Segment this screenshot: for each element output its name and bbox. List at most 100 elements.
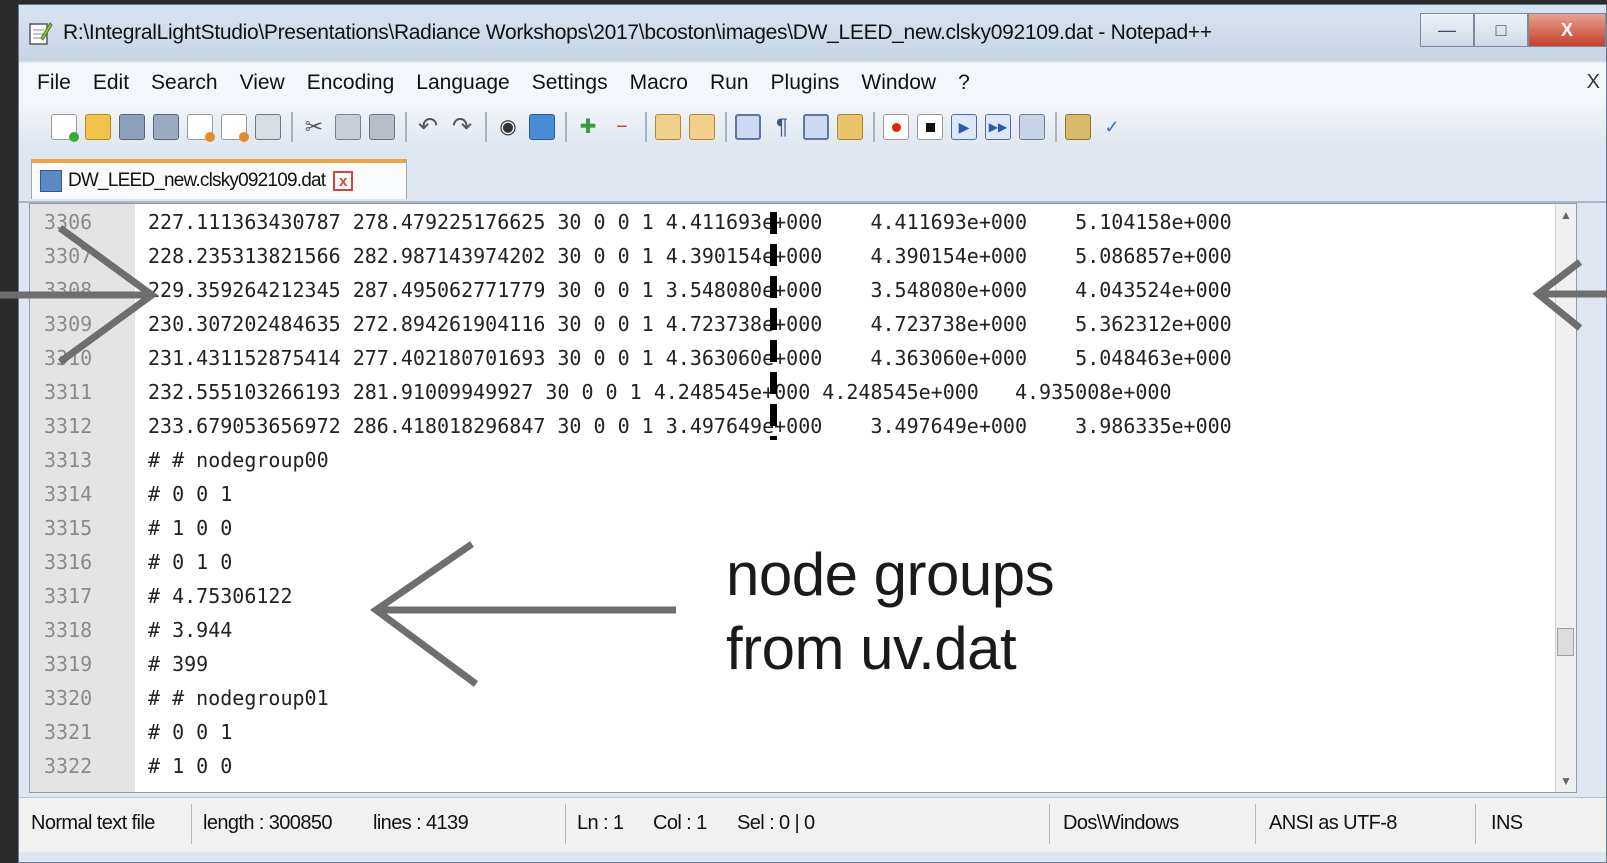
status-separator bbox=[1475, 804, 1476, 844]
save-all-icon[interactable] bbox=[153, 114, 179, 140]
code-line: # 0 1 0 bbox=[148, 550, 233, 574]
replace-icon[interactable] bbox=[529, 114, 555, 140]
code-line: 233.679053656972 286.418018296847 30 0 0… bbox=[148, 414, 1232, 438]
paste-icon[interactable] bbox=[369, 114, 395, 140]
annotation-line-2: from uv.dat bbox=[726, 615, 1017, 682]
menu-view[interactable]: View bbox=[240, 71, 285, 95]
close-icon[interactable] bbox=[187, 114, 215, 142]
spell-check-icon[interactable]: ✓ bbox=[1099, 114, 1125, 140]
status-separator bbox=[565, 804, 566, 844]
node-group-annotation-arrow-icon bbox=[369, 541, 676, 687]
menu-settings[interactable]: Settings bbox=[532, 71, 608, 95]
redo-icon[interactable]: ↷ bbox=[449, 114, 475, 140]
line-number: 3314 bbox=[44, 482, 93, 506]
code-line: # 1 0 0 bbox=[148, 754, 233, 778]
code-line: # 0 0 1 bbox=[148, 720, 233, 744]
notepad-app-icon bbox=[29, 22, 53, 45]
code-line: 230.307202484635 272.894261904116 30 0 0… bbox=[148, 312, 1232, 336]
status-file-type: Normal text file bbox=[31, 812, 155, 834]
saved-file-icon bbox=[40, 170, 62, 192]
zoom-in-icon[interactable]: ✚ bbox=[575, 114, 601, 140]
toolbar-separator bbox=[405, 112, 407, 142]
close-all-icon[interactable] bbox=[221, 114, 249, 142]
close-window-button[interactable]: X bbox=[1528, 13, 1606, 47]
menu-help[interactable]: ? bbox=[958, 71, 970, 95]
menu-macro[interactable]: Macro bbox=[630, 71, 688, 95]
menu-edit[interactable]: Edit bbox=[93, 71, 129, 95]
scrollbar-thumb[interactable] bbox=[1557, 628, 1574, 656]
left-pointing-annotation-arrow-icon bbox=[0, 225, 158, 365]
right-edge-annotation-arrow-icon bbox=[1532, 259, 1607, 331]
window-controls: — □ X bbox=[1420, 13, 1606, 47]
code-line: # 399 bbox=[148, 652, 209, 676]
toolbar-separator bbox=[291, 112, 293, 142]
scroll-up-arrow-icon[interactable]: ▲ bbox=[1560, 208, 1572, 222]
column-divider-dashed-line bbox=[770, 212, 777, 440]
line-number: 3321 bbox=[44, 720, 93, 744]
annotation-line-1: node groups bbox=[726, 541, 1055, 608]
code-line: 231.431152875414 277.402180701693 30 0 0… bbox=[148, 346, 1232, 370]
status-lines: lines : 4139 bbox=[373, 812, 469, 834]
document-tab-bar: DW_LEED_new.clsky092109.dat x bbox=[19, 155, 1606, 203]
code-line: # 0 0 1 bbox=[148, 482, 233, 506]
menu-encoding[interactable]: Encoding bbox=[307, 71, 395, 95]
cut-icon[interactable]: ✂ bbox=[301, 114, 327, 140]
line-number: 3315 bbox=[44, 516, 93, 540]
print-icon[interactable] bbox=[255, 114, 281, 140]
line-number: 3311 bbox=[44, 380, 93, 404]
zoom-out-icon[interactable]: − bbox=[609, 114, 635, 140]
toolbar-separator bbox=[873, 112, 875, 142]
code-line: # 1 0 0 bbox=[148, 516, 233, 540]
word-wrap-icon[interactable] bbox=[735, 114, 761, 140]
menu-run[interactable]: Run bbox=[710, 71, 749, 95]
find-icon[interactable]: ◉ bbox=[495, 114, 521, 140]
doc-map-icon[interactable] bbox=[837, 114, 863, 140]
title-bar[interactable]: R:\IntegralLightStudio\Presentations\Rad… bbox=[19, 5, 1606, 61]
new-file-icon[interactable] bbox=[51, 114, 79, 142]
window-title: R:\IntegralLightStudio\Presentations\Rad… bbox=[63, 21, 1212, 44]
status-column: Col : 1 bbox=[653, 812, 707, 834]
indent-guide-icon[interactable] bbox=[803, 114, 829, 140]
annotation-caption: node groups from uv.dat bbox=[726, 538, 1055, 686]
menu-file[interactable]: File bbox=[37, 71, 71, 95]
toolbar-separator bbox=[725, 112, 727, 142]
run-macro-multiple-icon[interactable]: ▶▶ bbox=[985, 114, 1011, 140]
editor-area[interactable]: 3306 3307 3308 3309 3310 3311 3312 3313 … bbox=[29, 203, 1577, 793]
document-tab[interactable]: DW_LEED_new.clsky092109.dat x bbox=[31, 159, 407, 199]
play-macro-icon[interactable]: ▶ bbox=[951, 114, 977, 140]
undo-icon[interactable]: ↶ bbox=[415, 114, 441, 140]
tab-close-icon[interactable]: x bbox=[333, 171, 354, 191]
tab-label: DW_LEED_new.clsky092109.dat bbox=[68, 170, 326, 191]
show-all-chars-icon[interactable]: ¶ bbox=[769, 114, 795, 140]
toolbar-separator bbox=[1055, 112, 1057, 142]
code-line: 227.111363430787 278.479225176625 30 0 0… bbox=[148, 210, 1232, 234]
stop-macro-icon[interactable] bbox=[917, 114, 943, 140]
save-icon[interactable] bbox=[119, 114, 145, 140]
status-bar: Normal text file length : 300850 lines :… bbox=[19, 797, 1606, 852]
status-encoding[interactable]: ANSI as UTF-8 bbox=[1269, 812, 1397, 835]
close-document-x[interactable]: X bbox=[1587, 71, 1600, 94]
status-separator bbox=[1049, 804, 1050, 844]
line-number: 3318 bbox=[44, 618, 93, 642]
toolbar-separator bbox=[645, 112, 647, 142]
minimize-button[interactable]: — bbox=[1420, 13, 1474, 47]
menu-plugins[interactable]: Plugins bbox=[771, 71, 840, 95]
status-selection: Sel : 0 | 0 bbox=[737, 812, 815, 834]
menu-bar: File Edit Search View Encoding Language … bbox=[19, 63, 1606, 103]
plugin-icon[interactable] bbox=[1065, 114, 1091, 140]
line-number: 3313 bbox=[44, 448, 93, 472]
menu-search[interactable]: Search bbox=[151, 71, 218, 95]
record-macro-icon[interactable] bbox=[883, 114, 909, 140]
sync-horizontal-icon[interactable] bbox=[689, 114, 715, 140]
save-macro-icon[interactable] bbox=[1019, 114, 1045, 140]
status-separator bbox=[191, 804, 192, 844]
line-number: 3319 bbox=[44, 652, 93, 676]
copy-icon[interactable] bbox=[335, 114, 361, 140]
status-eol-format[interactable]: Dos\Windows bbox=[1063, 812, 1179, 835]
menu-language[interactable]: Language bbox=[416, 71, 509, 95]
sync-vertical-icon[interactable] bbox=[655, 114, 681, 140]
maximize-button[interactable]: □ bbox=[1474, 13, 1528, 47]
menu-window[interactable]: Window bbox=[861, 71, 936, 95]
scroll-down-arrow-icon[interactable]: ▼ bbox=[1560, 774, 1572, 788]
open-file-icon[interactable] bbox=[85, 114, 111, 140]
